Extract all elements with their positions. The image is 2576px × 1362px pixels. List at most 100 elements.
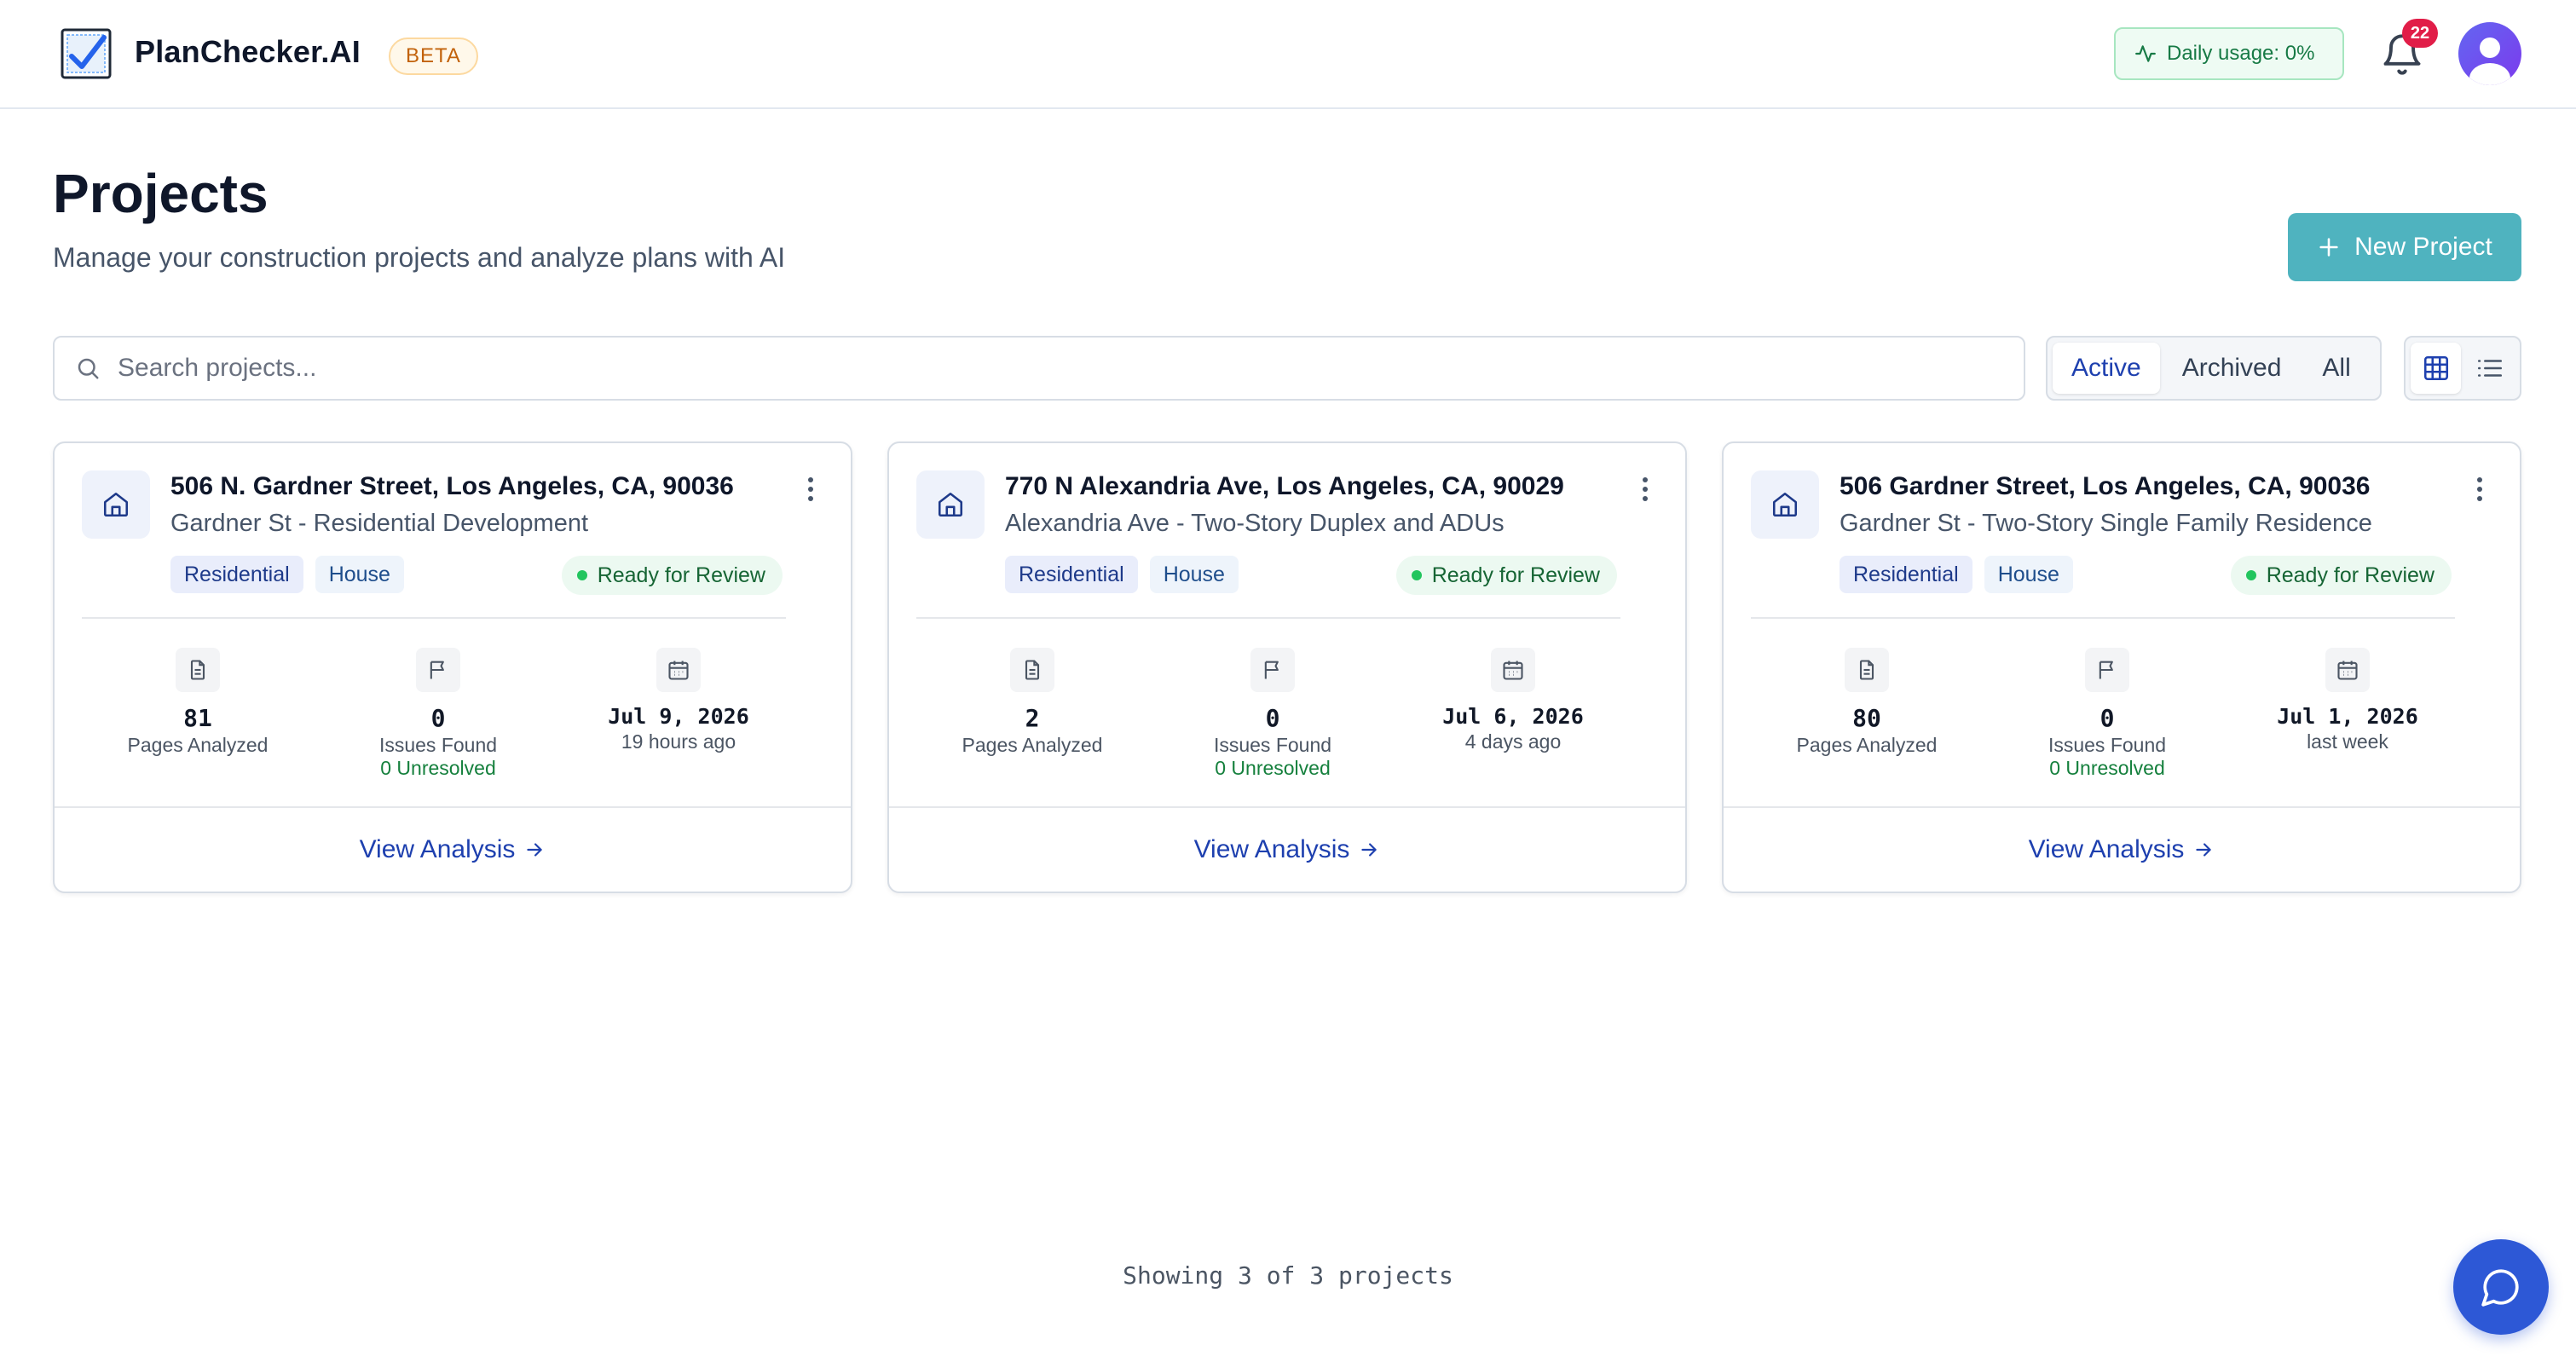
tag-residential: Residential [1840,556,1972,593]
search-box[interactable] [53,336,2025,401]
issues-label: Issues Found [378,734,498,756]
stat-date: Jul 9, 2026 19 hours ago [576,648,781,753]
issues-count: 0 [2099,704,2115,732]
more-options-icon[interactable] [2467,472,2492,506]
grid-view-button[interactable] [2411,343,2461,394]
tag-house: House [315,556,404,593]
pages-count: 81 [183,704,212,732]
flag-icon [416,648,460,692]
status-dot-icon [2245,570,2256,580]
notification-count-badge: 22 [2402,19,2438,48]
flag-icon [2085,648,2129,692]
brand-name[interactable]: PlanChecker.AI [135,34,361,70]
arrow-right-icon [2196,843,2212,857]
divider [82,617,786,619]
view-analysis-label: View Analysis [359,835,516,863]
more-options-icon[interactable] [798,472,823,506]
project-card[interactable]: 506 Gardner Street, Los Angeles, CA, 900… [1722,441,2521,893]
relative-time: 19 hours ago [621,730,736,753]
pages-label: Pages Analyzed [1796,734,1938,756]
status-badge: Ready for Review [561,556,783,595]
pages-count: 2 [1025,704,1040,732]
pages-count: 80 [1852,704,1881,732]
status-dot-icon [576,570,587,580]
house-icon [82,470,150,539]
search-input[interactable] [118,354,1908,383]
logo-checklist-icon[interactable] [60,27,113,80]
pages-label: Pages Analyzed [962,734,1103,756]
project-date: Jul 9, 2026 [608,704,749,729]
issues-label: Issues Found [1213,734,1332,756]
chat-button[interactable] [2453,1239,2549,1335]
new-project-button[interactable]: New Project [2288,213,2521,281]
project-address[interactable]: 506 Gardner Street, Los Angeles, CA, 900… [1840,472,2371,501]
more-options-icon[interactable] [1632,472,1658,506]
chat-bubble-icon [2481,1269,2519,1307]
list-view-icon [2477,360,2502,377]
tag-house: House [1984,556,2073,593]
status-dot-icon [1411,570,1422,580]
project-address[interactable]: 506 N. Gardner Street, Los Angeles, CA, … [170,472,734,501]
arrow-right-icon [527,843,543,857]
status-filter: Active Archived All [2046,336,2382,401]
stat-date: Jul 6, 2026 4 days ago [1411,648,1615,753]
plus-icon [2319,238,2338,257]
house-icon [1751,470,1819,539]
page-subtitle: Manage your construction projects and an… [53,242,786,273]
status-badge: Ready for Review [2230,556,2452,595]
stat-pages: 81 Pages Analyzed [95,648,300,757]
unresolved-label: 0 Unresolved [380,757,496,779]
search-icon [78,358,99,379]
document-icon [1845,648,1889,692]
user-avatar[interactable] [2458,22,2521,85]
divider [916,617,1620,619]
status-badge: Ready for Review [1395,556,1617,595]
activity-icon [2135,45,2156,62]
stat-pages: 2 Pages Analyzed [930,648,1135,757]
status-label: Ready for Review [597,563,765,587]
issues-count: 0 [1265,704,1280,732]
project-name: Alexandria Ave - Two-Story Duplex and AD… [1005,510,1505,537]
arrow-right-icon [1361,843,1378,857]
view-analysis-label: View Analysis [1193,835,1350,863]
project-address[interactable]: 770 N Alexandria Ave, Los Angeles, CA, 9… [1005,472,1564,501]
pages-label: Pages Analyzed [127,734,269,756]
stat-issues: 0 Issues Found 0 Unresolved [2005,648,2209,780]
calendar-icon [2325,648,2370,692]
status-label: Ready for Review [1431,563,1600,587]
list-view-button[interactable] [2464,343,2515,394]
filter-active[interactable]: Active [2053,343,2160,394]
calendar-icon [1491,648,1535,692]
top-bar: PlanChecker.AI BETA Daily usage: 0% 22 [0,0,2576,109]
project-card[interactable]: 770 N Alexandria Ave, Los Angeles, CA, 9… [887,441,1687,893]
view-analysis-link[interactable]: View Analysis [1724,806,2520,892]
house-icon [916,470,985,539]
view-analysis-link[interactable]: View Analysis [55,806,851,892]
document-icon [176,648,220,692]
project-card[interactable]: 506 N. Gardner Street, Los Angeles, CA, … [53,441,852,893]
filter-archived[interactable]: Archived [2163,343,2301,394]
project-name: Gardner St - Two-Story Single Family Res… [1840,510,2372,537]
divider [1751,617,2455,619]
stat-date: Jul 1, 2026 last week [2245,648,2450,753]
relative-time: 4 days ago [1464,730,1562,753]
filter-all[interactable]: All [2303,343,2369,394]
daily-usage-label: Daily usage: 0% [2167,42,2315,65]
relative-time: last week [2307,730,2388,753]
view-toggle [2404,336,2521,401]
document-icon [1010,648,1054,692]
calendar-icon [656,648,701,692]
results-count: Showing 3 of 3 projects [1123,1261,1453,1290]
view-analysis-link[interactable]: View Analysis [889,806,1685,892]
new-project-label: New Project [2354,233,2492,261]
issues-label: Issues Found [2048,734,2167,756]
flag-icon [1250,648,1295,692]
view-analysis-label: View Analysis [2028,835,2185,863]
status-label: Ready for Review [2266,563,2434,587]
beta-badge: BETA [389,38,478,75]
tag-house: House [1149,556,1239,593]
daily-usage-indicator[interactable]: Daily usage: 0% [2114,27,2344,80]
tag-residential: Residential [170,556,303,593]
project-date: Jul 1, 2026 [2277,704,2418,729]
project-date: Jul 6, 2026 [1442,704,1584,729]
